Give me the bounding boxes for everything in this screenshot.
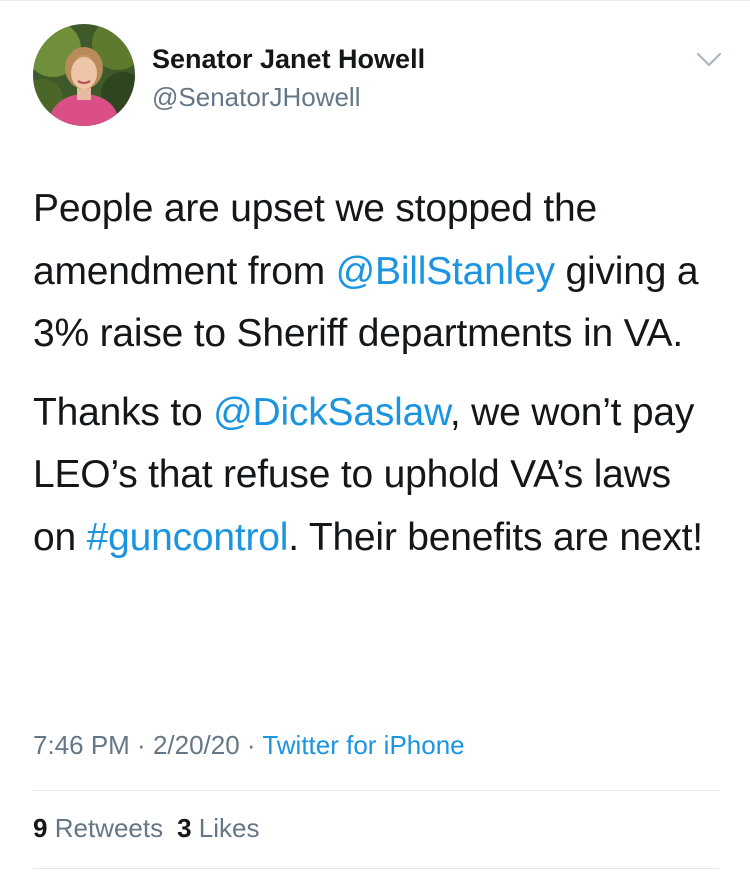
mention-link[interactable]: @BillStanley bbox=[336, 250, 555, 293]
avatar[interactable] bbox=[33, 24, 135, 126]
chevron-down-icon[interactable] bbox=[692, 46, 726, 72]
meta-separator: · bbox=[239, 730, 263, 760]
retweets-stat[interactable]: 9 Retweets bbox=[33, 813, 163, 843]
mention-link[interactable]: @DickSaslaw bbox=[213, 391, 450, 434]
likes-label: Likes bbox=[198, 813, 260, 843]
meta-separator: · bbox=[129, 730, 153, 760]
tweet-header: Senator Janet Howell @SenatorJHowell bbox=[0, 0, 750, 150]
user-handle[interactable]: @SenatorJHowell bbox=[152, 82, 360, 113]
tweet-text: . Their benefits are next! bbox=[288, 515, 703, 559]
display-name[interactable]: Senator Janet Howell bbox=[152, 44, 425, 75]
divider bbox=[33, 868, 719, 869]
tweet-body: People are upset we stopped the amendmen… bbox=[33, 178, 723, 569]
tweet-stats: 9 Retweets 3 Likes bbox=[33, 813, 260, 844]
tweet-paragraph-2: Thanks to @DickSaslaw, we won’t pay LEO’… bbox=[33, 382, 723, 570]
avatar-image bbox=[33, 24, 135, 126]
tweet-meta: 7:46 PM · 2/20/20 · Twitter for iPhone bbox=[33, 730, 465, 761]
tweet-paragraph-1: People are upset we stopped the amendmen… bbox=[33, 178, 723, 366]
likes-stat[interactable]: 3 Likes bbox=[177, 813, 259, 843]
tweet-date: 2/20/20 bbox=[152, 730, 240, 760]
retweets-count: 9 bbox=[33, 813, 48, 843]
tweet-source-link[interactable]: Twitter for iPhone bbox=[262, 730, 464, 760]
divider bbox=[33, 790, 719, 791]
tweet-text: Thanks to bbox=[33, 390, 214, 434]
tweet-time: 7:46 PM bbox=[33, 730, 130, 760]
likes-count: 3 bbox=[177, 813, 192, 843]
hashtag-link[interactable]: #guncontrol bbox=[87, 516, 289, 559]
retweets-label: Retweets bbox=[54, 813, 164, 843]
